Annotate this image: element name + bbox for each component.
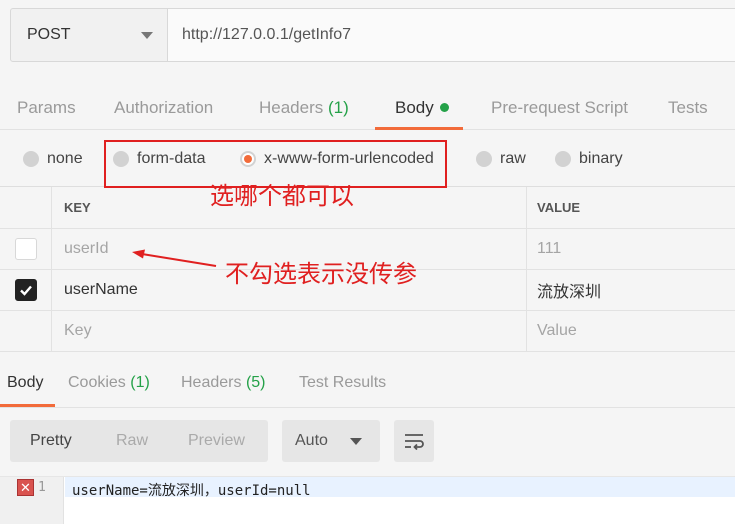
cookies-label: Cookies <box>68 374 126 391</box>
value-column-header: VALUE <box>537 200 581 215</box>
row-checkbox-userId[interactable] <box>14 238 37 260</box>
response-code-view[interactable]: ✕ 1 userName=流放深圳，userId=null <box>0 476 735 524</box>
row-value-input[interactable]: 111 <box>527 229 735 269</box>
wrap-lines-button[interactable] <box>394 420 434 462</box>
format-raw-button[interactable]: Raw <box>116 432 148 450</box>
response-headers-label: Headers <box>181 374 242 391</box>
annotation-either-works: 选哪个都可以 <box>210 182 354 210</box>
request-bar: POST http://127.0.0.1/getInfo7 <box>10 8 735 62</box>
tab-body-label: Body <box>395 98 434 117</box>
line-number: 1 <box>38 480 46 495</box>
error-marker-icon: ✕ <box>17 479 34 496</box>
row-check-cell <box>0 311 52 351</box>
tab-body[interactable]: Body <box>375 88 463 130</box>
response-headers-count: (5) <box>245 374 266 391</box>
response-tab-cookies[interactable]: Cookies (1) <box>68 374 150 392</box>
format-preview-button[interactable]: Preview <box>188 432 245 450</box>
response-tab-underline <box>0 404 55 407</box>
row-check-cell <box>0 229 52 269</box>
radio-none[interactable]: none <box>23 150 83 168</box>
tab-headers[interactable]: Headers (1) <box>259 88 349 129</box>
url-input[interactable]: http://127.0.0.1/getInfo7 <box>168 9 735 61</box>
tab-headers-label: Headers <box>259 98 324 117</box>
response-tab-headers[interactable]: Headers (5) <box>181 374 266 392</box>
row-check-cell <box>0 270 52 310</box>
wrap-lines-icon <box>405 434 424 450</box>
method-label: POST <box>27 26 71 43</box>
table-header: KEY VALUE <box>0 187 735 229</box>
code-line: userName=流放深圳，userId=null <box>72 483 311 499</box>
tab-authorization[interactable]: Authorization <box>114 88 213 129</box>
checkmark-icon <box>19 285 32 296</box>
radio-binary[interactable]: binary <box>555 150 623 168</box>
radio-circle <box>23 151 39 167</box>
radio-binary-label: binary <box>579 150 623 167</box>
tab-tests[interactable]: Tests <box>668 88 708 129</box>
radio-raw[interactable]: raw <box>476 150 526 168</box>
radio-raw-label: raw <box>500 150 526 167</box>
headers-count: (1) <box>328 98 349 117</box>
tab-prerequest-script[interactable]: Pre-request Script <box>491 88 628 129</box>
format-pretty-button[interactable]: Pretty <box>30 432 72 450</box>
code-gutter: ✕ 1 <box>0 477 64 524</box>
body-active-dot <box>439 103 449 112</box>
annotation-unchecked-means: 不勾选表示没传参 <box>225 260 417 288</box>
language-select[interactable]: Auto <box>282 420 380 462</box>
method-select[interactable]: POST <box>11 9 168 61</box>
row-checkbox-userName[interactable] <box>14 279 37 301</box>
row-value-input[interactable]: 流放深圳 <box>527 270 735 310</box>
radio-circle <box>555 151 571 167</box>
cookies-count: (1) <box>130 374 150 391</box>
new-key-input[interactable]: Key <box>52 311 527 351</box>
chevron-down-icon <box>141 31 153 39</box>
new-value-input[interactable]: Value <box>527 311 735 351</box>
radio-none-label: none <box>47 150 83 167</box>
response-tabs: Body Cookies (1) Headers (5) Test Result… <box>0 364 735 408</box>
response-tab-body[interactable]: Body <box>7 374 43 392</box>
tab-params[interactable]: Params <box>17 88 76 129</box>
format-toggle-group: Pretty Raw Preview <box>10 420 268 462</box>
table-row-new: Key Value <box>0 311 735 352</box>
request-tabs: Params Authorization Headers (1) Body Pr… <box>0 88 735 130</box>
annotation-arrow-icon <box>132 249 217 267</box>
header-check-cell <box>0 187 52 228</box>
chevron-down-icon <box>350 438 362 445</box>
radio-circle <box>476 151 492 167</box>
language-select-label: Auto <box>295 432 328 449</box>
response-tab-test-results[interactable]: Test Results <box>299 374 386 392</box>
